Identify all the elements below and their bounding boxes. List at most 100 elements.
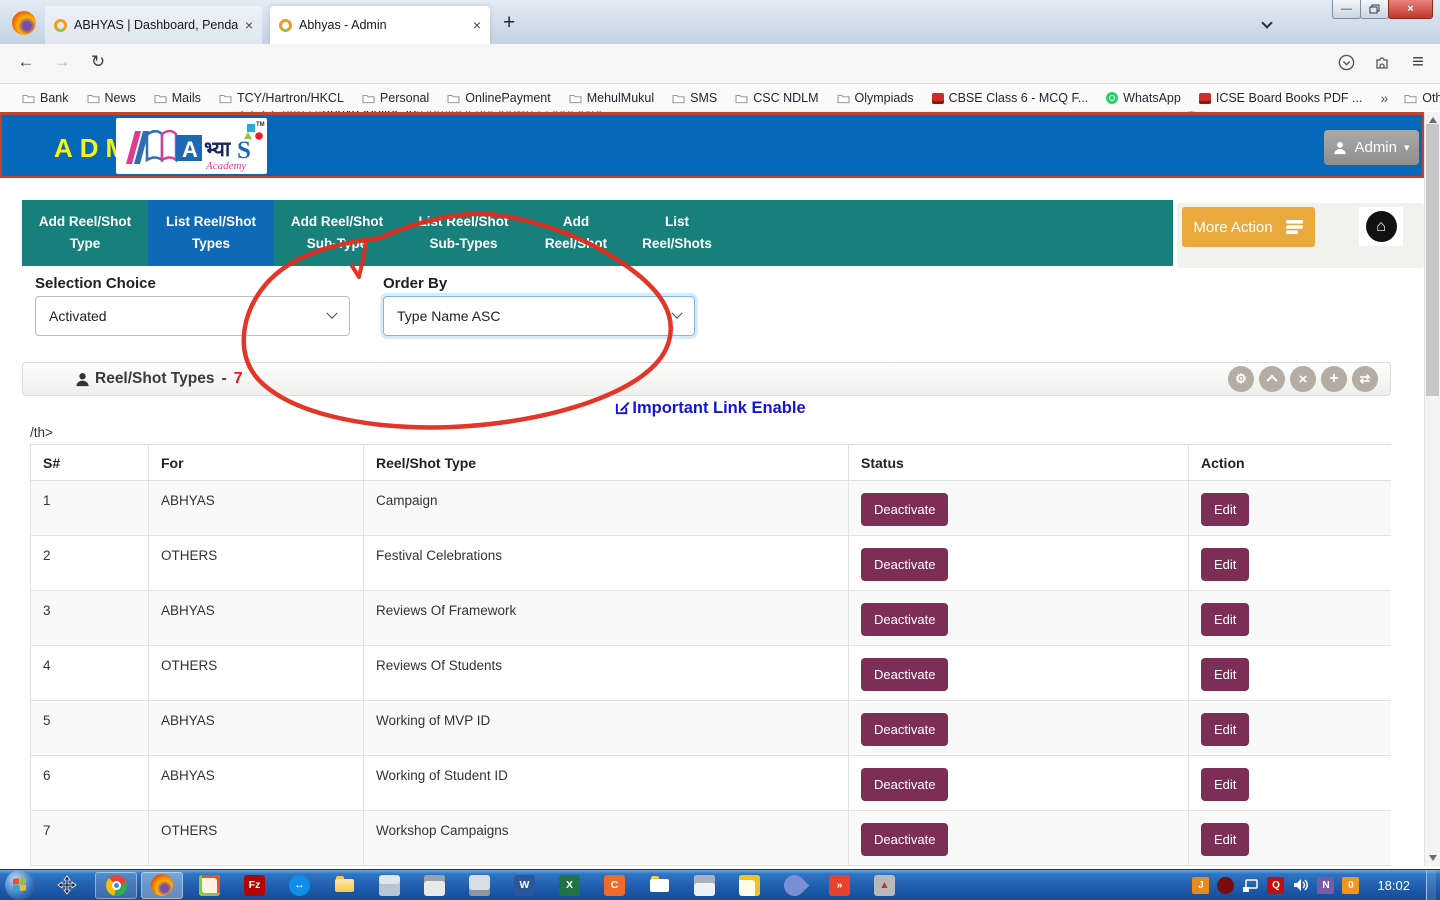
bookmark-item[interactable]: TCY/Hartron/HKCL bbox=[219, 91, 344, 105]
important-link-enable[interactable]: Important Link Enable bbox=[30, 399, 1391, 418]
bookmark-item[interactable]: CBSE Class 6 - MCQ F... bbox=[932, 91, 1089, 105]
firefox-taskbar-button[interactable] bbox=[141, 872, 183, 899]
paint-drop-icon[interactable] bbox=[780, 870, 810, 900]
printer-icon[interactable] bbox=[424, 875, 445, 896]
panel-dash: - bbox=[221, 370, 226, 388]
onenote-tray-icon[interactable]: N bbox=[1317, 877, 1334, 894]
order-by-select[interactable]: Type Name ASC bbox=[383, 296, 695, 336]
scanner-icon[interactable] bbox=[469, 875, 490, 896]
close-button[interactable]: × bbox=[1388, 0, 1433, 19]
tab-add-reelshot-subtype[interactable]: Add Reel/Shot Sub-Type bbox=[274, 200, 400, 266]
tab-list-reelshots[interactable]: List Reel/Shots bbox=[625, 200, 729, 266]
close-panel-icon[interactable]: × bbox=[1290, 366, 1316, 392]
bookmark-item[interactable]: SMS bbox=[672, 91, 717, 105]
launcher-icon[interactable]: » bbox=[829, 875, 850, 896]
edit-button[interactable]: Edit bbox=[1201, 713, 1249, 746]
bookmarks-overflow-icon[interactable]: » bbox=[1380, 90, 1388, 106]
cell-for: ABHYAS bbox=[149, 481, 364, 536]
restore-button[interactable] bbox=[1360, 0, 1389, 19]
notes-icon[interactable] bbox=[739, 875, 760, 896]
print-queue-icon[interactable] bbox=[694, 875, 715, 896]
list-all-tabs-icon[interactable] bbox=[1263, 14, 1274, 25]
tab-add-reelshot-type[interactable]: Add Reel/Shot Type bbox=[22, 200, 148, 266]
zero-badge-tray-icon[interactable]: 0 bbox=[1342, 877, 1359, 894]
minimize-button[interactable]: — bbox=[1332, 0, 1361, 19]
tab-list-reelshot-types[interactable]: List Reel/Shot Types bbox=[148, 200, 274, 266]
bookmark-item[interactable]: ICSE Board Books PDF ... bbox=[1199, 91, 1363, 105]
edit-button[interactable]: Edit bbox=[1201, 658, 1249, 691]
edit-button[interactable]: Edit bbox=[1201, 493, 1249, 526]
selection-choice-select[interactable]: Activated bbox=[35, 296, 350, 336]
refresh-icon[interactable]: ↻ bbox=[86, 52, 110, 72]
bookmark-item[interactable]: Bank bbox=[22, 91, 69, 105]
java-tray-icon[interactable]: J bbox=[1192, 877, 1209, 894]
firefox-app-icon[interactable] bbox=[12, 11, 36, 35]
taskbar-clock[interactable]: 18:02 bbox=[1377, 878, 1410, 893]
admin-user-dropdown[interactable]: Admin ▾ bbox=[1324, 130, 1419, 165]
scroll-up-icon[interactable] bbox=[1429, 117, 1437, 123]
tab-add-reelshot[interactable]: Add Reel/Shot bbox=[527, 200, 625, 266]
edit-button[interactable]: Edit bbox=[1201, 548, 1249, 581]
bookmark-item[interactable]: OnlinePayment bbox=[447, 91, 550, 105]
new-tab-button[interactable]: + bbox=[503, 11, 515, 35]
panel-controls: ⚙ × + ⇄ bbox=[1228, 366, 1378, 392]
bookmark-item[interactable]: Personal bbox=[362, 91, 429, 105]
settings-gear-icon[interactable]: ⚙ bbox=[1228, 366, 1254, 392]
move-tool-icon[interactable] bbox=[57, 875, 77, 895]
collapse-icon[interactable] bbox=[1259, 366, 1285, 392]
other-bookmarks[interactable]: Other Bookmarks bbox=[1404, 91, 1440, 105]
forward-icon[interactable]: → bbox=[50, 52, 74, 72]
tab-close-icon[interactable]: × bbox=[473, 18, 481, 32]
show-desktop-button[interactable] bbox=[1426, 870, 1436, 900]
network-tray-icon[interactable] bbox=[1242, 877, 1259, 894]
start-button[interactable] bbox=[5, 870, 35, 900]
bookmark-item[interactable]: Olympiads bbox=[837, 91, 914, 105]
page-scrollbar[interactable] bbox=[1424, 112, 1440, 866]
extension-icon[interactable] bbox=[1370, 54, 1394, 75]
calculator-icon[interactable] bbox=[379, 875, 400, 896]
browser-tab-dashboard[interactable]: ABHYAS | Dashboard, Pendancy × bbox=[45, 6, 262, 44]
pocket-icon[interactable] bbox=[1334, 54, 1358, 76]
tab-list-reelshot-subtypes[interactable]: List Reel/Shot Sub-Types bbox=[400, 200, 527, 266]
deactivate-button[interactable]: Deactivate bbox=[861, 493, 948, 526]
recording-tray-icon[interactable] bbox=[1217, 877, 1234, 894]
tab-close-icon[interactable]: × bbox=[245, 18, 253, 32]
back-icon[interactable]: ← bbox=[14, 52, 38, 72]
word-icon[interactable]: W bbox=[514, 875, 535, 896]
deactivate-button[interactable]: Deactivate bbox=[861, 548, 948, 581]
more-action-button[interactable]: More Action bbox=[1182, 207, 1315, 247]
scroll-down-icon[interactable] bbox=[1429, 855, 1437, 861]
deactivate-button[interactable]: Deactivate bbox=[861, 823, 948, 856]
quickheal-tray-icon[interactable]: Q bbox=[1267, 877, 1284, 894]
bookmark-item[interactable]: News bbox=[87, 91, 136, 105]
excel-icon[interactable]: X bbox=[559, 875, 580, 896]
deactivate-button[interactable]: Deactivate bbox=[861, 603, 948, 636]
panel-title: Reel/Shot Types bbox=[75, 370, 214, 388]
bookmark-item[interactable]: WhatsApp bbox=[1106, 91, 1181, 105]
deactivate-button[interactable]: Deactivate bbox=[861, 658, 948, 691]
edit-button[interactable]: Edit bbox=[1201, 823, 1249, 856]
filezilla-icon[interactable]: Fz bbox=[244, 875, 265, 896]
radmin-icon[interactable]: ▲ bbox=[874, 875, 895, 896]
teamviewer-icon[interactable]: ↔ bbox=[289, 875, 310, 896]
home-shortcut[interactable]: ⌂ bbox=[1359, 207, 1403, 246]
browser-tab-admin[interactable]: Abhyas - Admin × bbox=[270, 6, 490, 44]
media-app-icon[interactable] bbox=[199, 875, 220, 896]
edit-button[interactable]: Edit bbox=[1201, 603, 1249, 636]
shared-folder-icon[interactable] bbox=[649, 875, 670, 896]
bookmark-item[interactable]: CSC NDLM bbox=[735, 91, 818, 105]
file-explorer-icon[interactable] bbox=[334, 875, 355, 896]
scrollbar-thumb[interactable] bbox=[1426, 124, 1439, 396]
bookmark-label: Olympiads bbox=[855, 91, 914, 105]
deactivate-button[interactable]: Deactivate bbox=[861, 768, 948, 801]
add-icon[interactable]: + bbox=[1321, 366, 1347, 392]
corel-icon[interactable]: C bbox=[604, 875, 625, 896]
menu-hamburger-icon[interactable]: ≡ bbox=[1406, 51, 1430, 74]
reload-swap-icon[interactable]: ⇄ bbox=[1352, 366, 1378, 392]
volume-tray-icon[interactable] bbox=[1292, 877, 1309, 894]
bookmark-item[interactable]: Mails bbox=[154, 91, 201, 105]
deactivate-button[interactable]: Deactivate bbox=[861, 713, 948, 746]
chrome-taskbar-button[interactable] bbox=[95, 872, 137, 899]
bookmark-item[interactable]: MehulMukul bbox=[569, 91, 654, 105]
edit-button[interactable]: Edit bbox=[1201, 768, 1249, 801]
